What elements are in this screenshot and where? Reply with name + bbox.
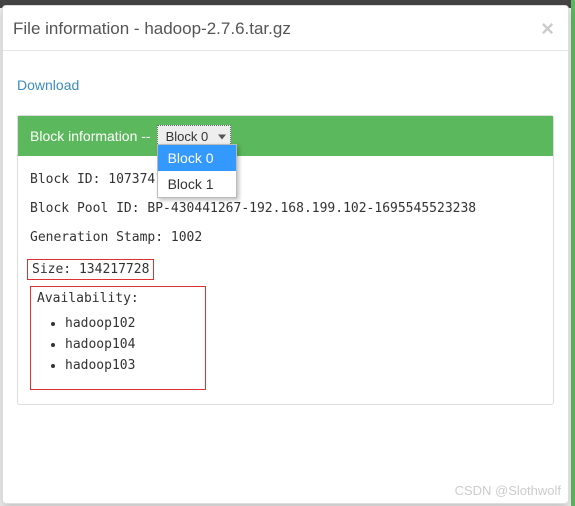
panel-body: Block ID: 1073741826 Block Pool ID: BP-4… xyxy=(18,156,553,404)
availability-highlight-box: Availability: hadoop102 hadoop104 hadoop… xyxy=(30,286,206,390)
size-label: Size: xyxy=(32,262,71,277)
file-info-modal: File information - hadoop-2.7.6.tar.gz ×… xyxy=(2,5,569,504)
watermark: CSDN @Slothwolf xyxy=(455,483,561,498)
size-line-wrap: Size: 134217728 xyxy=(30,259,541,286)
dropdown-option-0[interactable]: Block 0 xyxy=(158,145,236,171)
dropdown-option-1[interactable]: Block 1 xyxy=(158,171,236,197)
close-icon[interactable]: × xyxy=(541,18,554,40)
block-info-panel: Block information -- Block 0 Block 0 Blo… xyxy=(17,115,554,405)
download-link[interactable]: Download xyxy=(17,77,554,93)
block-select-wrap: Block 0 Block 0 Block 1 xyxy=(157,128,232,144)
block-select-dropdown: Block 0 Block 1 xyxy=(157,144,237,198)
right-green-edge xyxy=(571,0,575,506)
chevron-down-icon xyxy=(218,134,226,139)
availability-list: hadoop102 hadoop104 hadoop103 xyxy=(65,316,199,373)
size-highlight-box: Size: 134217728 xyxy=(27,259,154,280)
gen-stamp-label: Generation Stamp: xyxy=(30,230,163,245)
generation-stamp-line: Generation Stamp: 1002 xyxy=(30,230,541,245)
list-item: hadoop102 xyxy=(65,316,199,331)
block-pool-label: Block Pool ID: xyxy=(30,201,140,216)
list-item: hadoop104 xyxy=(65,337,199,352)
availability-label: Availability: xyxy=(37,291,199,306)
modal-body: Download Block information -- Block 0 Bl… xyxy=(3,51,568,419)
block-id-line: Block ID: 1073741826 xyxy=(30,172,541,187)
block-info-label: Block information -- xyxy=(30,128,151,144)
modal-title: File information - hadoop-2.7.6.tar.gz xyxy=(13,19,291,39)
panel-header: Block information -- Block 0 Block 0 Blo… xyxy=(18,116,553,156)
list-item: hadoop103 xyxy=(65,358,199,373)
modal-header: File information - hadoop-2.7.6.tar.gz × xyxy=(3,6,568,51)
size-value: 134217728 xyxy=(79,262,149,277)
block-pool-value: BP-430441267-192.168.199.102-16955455232… xyxy=(147,201,476,216)
gen-stamp-value: 1002 xyxy=(171,230,202,245)
block-select-value: Block 0 xyxy=(166,129,209,144)
block-id-label: Block ID: xyxy=(30,172,100,187)
block-pool-line: Block Pool ID: BP-430441267-192.168.199.… xyxy=(30,201,541,216)
